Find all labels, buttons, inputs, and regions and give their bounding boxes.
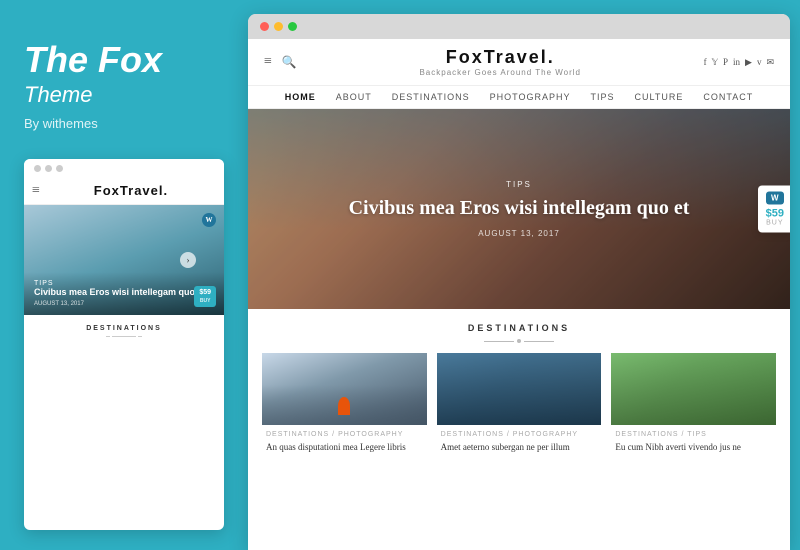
mini-price-badge: $59 BUY — [194, 286, 216, 306]
social-twitter[interactable]: 𝕐 — [712, 57, 718, 68]
mini-destinations: DESTINATIONS — [24, 315, 224, 346]
mini-destinations-divider — [112, 336, 136, 337]
browser-dot-close[interactable] — [260, 22, 269, 31]
mini-preview-header — [24, 159, 224, 178]
mini-preview-card: ≡ FoxTravel. TIPS Civibus mea Eros wisi … — [24, 159, 224, 530]
section-divider — [262, 339, 776, 343]
site-header: ≡ 🔍 FoxTravel. Backpacker Goes Around Th… — [248, 39, 790, 86]
card-image-1 — [262, 353, 427, 425]
social-youtube[interactable]: ▶ — [745, 57, 752, 68]
social-facebook[interactable]: f — [704, 57, 707, 67]
divider-line-left — [484, 341, 514, 342]
mini-logo: FoxTravel. — [46, 183, 216, 198]
nav-item-culture[interactable]: CULTURE — [635, 92, 684, 102]
mini-menu-icon: ≡ — [32, 183, 40, 199]
mini-destinations-label: DESTINATIONS — [32, 325, 216, 332]
browser-dot-minimize[interactable] — [274, 22, 283, 31]
card-title-2: Amet aeterno subergan ne per illum — [441, 441, 598, 454]
price-badge[interactable]: W $59 BUY — [758, 186, 790, 233]
destinations-section: DESTINATIONS DESTINATIONS / PHOTOGRAPHY — [248, 309, 790, 468]
theme-title: The Fox — [24, 40, 224, 80]
browser-window: ≡ 🔍 FoxTravel. Backpacker Goes Around Th… — [248, 14, 790, 550]
theme-subtitle: Theme — [24, 82, 224, 108]
divider-dot — [517, 339, 521, 343]
mini-hero: TIPS Civibus mea Eros wisi intellegam qu… — [24, 205, 224, 315]
hero-content: TIPS Civibus mea Eros wisi intellegam qu… — [329, 180, 708, 238]
card-image-3 — [611, 353, 776, 425]
social-instagram[interactable]: in — [733, 57, 740, 67]
browser-dot-maximize[interactable] — [288, 22, 297, 31]
site-header-left: ≡ 🔍 — [264, 54, 297, 70]
nav-item-home[interactable]: HOME — [285, 92, 316, 102]
divider-line-right — [524, 341, 554, 342]
mini-hero-date: AUGUST 13, 2017 — [34, 301, 214, 307]
nav-item-contact[interactable]: CONTACT — [703, 92, 753, 102]
left-panel: The Fox Theme By withemes ≡ FoxTravel. T… — [0, 0, 248, 550]
card-title-1: An quas disputationi mea Legere libris — [266, 441, 423, 454]
card-image-2 — [437, 353, 602, 425]
destinations-label: DESTINATIONS — [262, 323, 776, 333]
theme-by: By withemes — [24, 116, 224, 131]
site-logo-area: FoxTravel. Backpacker Goes Around The Wo… — [297, 47, 704, 77]
hero-date: AUGUST 13, 2017 — [329, 229, 708, 238]
social-email[interactable]: ✉ — [766, 57, 774, 68]
nav-item-about[interactable]: ABOUT — [336, 92, 372, 102]
price-badge-wp: W — [766, 192, 784, 205]
mini-arrow-icon: › — [180, 252, 196, 268]
card-2[interactable]: DESTINATIONS / PHOTOGRAPHY Amet aeterno … — [437, 353, 602, 460]
card-body-3: DESTINATIONS / TIPS Eu cum Nibh averti v… — [611, 425, 776, 460]
site-logo: FoxTravel. — [297, 47, 704, 68]
site-nav: HOME ABOUT DESTINATIONS PHOTOGRAPHY TIPS… — [248, 86, 790, 109]
nav-item-photography[interactable]: PHOTOGRAPHY — [490, 92, 571, 102]
card-body-1: DESTINATIONS / PHOTOGRAPHY An quas dispu… — [262, 425, 427, 460]
social-pinterest[interactable]: P — [723, 57, 728, 67]
mini-wp-icon: W — [202, 213, 216, 227]
mini-dot-3 — [56, 165, 63, 172]
card-category-3: DESTINATIONS / TIPS — [615, 431, 772, 438]
mini-dot-1 — [34, 165, 41, 172]
website-preview: ≡ 🔍 FoxTravel. Backpacker Goes Around Th… — [248, 39, 790, 550]
card-category-2: DESTINATIONS / PHOTOGRAPHY — [441, 431, 598, 438]
mini-nav: ≡ FoxTravel. — [24, 178, 224, 205]
hero-tips-label: TIPS — [329, 180, 708, 189]
price-badge-buy-label: BUY — [766, 220, 784, 227]
site-tagline: Backpacker Goes Around The World — [297, 68, 704, 77]
search-icon[interactable]: 🔍 — [282, 55, 297, 70]
menu-icon[interactable]: ≡ — [264, 54, 272, 70]
mini-hero-title: Civibus mea Eros wisi intellegam quo et — [34, 287, 214, 299]
card-title-3: Eu cum Nibh averti vivendo jus ne — [615, 441, 772, 454]
site-header-right: f 𝕐 P in ▶ v ✉ — [704, 57, 774, 68]
nav-item-tips[interactable]: TIPS — [591, 92, 615, 102]
site-hero: TIPS Civibus mea Eros wisi intellegam qu… — [248, 109, 790, 309]
card-1[interactable]: DESTINATIONS / PHOTOGRAPHY An quas dispu… — [262, 353, 427, 460]
card-3[interactable]: DESTINATIONS / TIPS Eu cum Nibh averti v… — [611, 353, 776, 460]
browser-chrome — [248, 14, 790, 39]
social-vimeo[interactable]: v — [757, 57, 762, 67]
card-category-1: DESTINATIONS / PHOTOGRAPHY — [266, 431, 423, 438]
price-badge-amount: $59 — [766, 208, 784, 220]
hero-title: Civibus mea Eros wisi intellegam quo et — [329, 195, 708, 221]
card-body-2: DESTINATIONS / PHOTOGRAPHY Amet aeterno … — [437, 425, 602, 460]
mini-tips-label: TIPS — [34, 280, 214, 287]
cards-row: DESTINATIONS / PHOTOGRAPHY An quas dispu… — [262, 353, 776, 460]
mini-dot-2 — [45, 165, 52, 172]
nav-item-destinations[interactable]: DESTINATIONS — [392, 92, 470, 102]
